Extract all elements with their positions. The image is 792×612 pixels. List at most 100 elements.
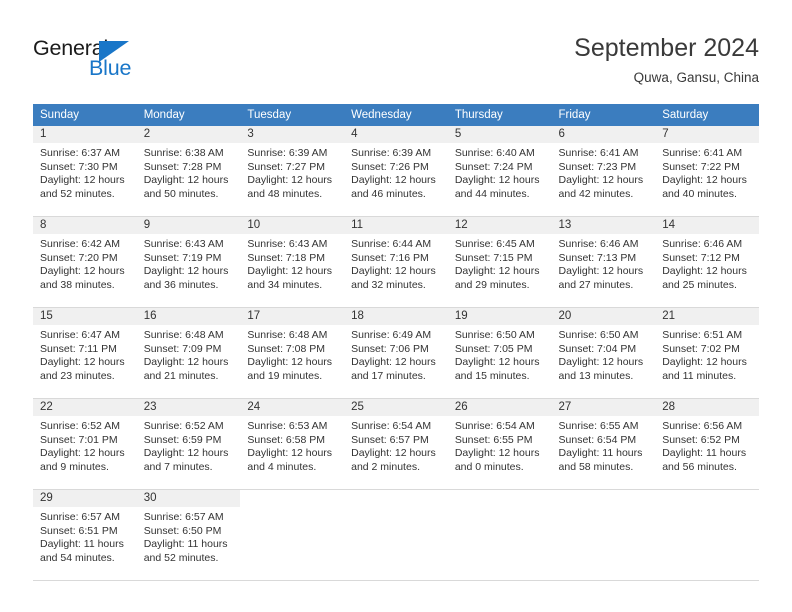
day-cell[interactable]: 3 Sunrise: 6:39 AM Sunset: 7:27 PM Daylight…	[240, 126, 345, 217]
daylight-text-line1: Daylight: 12 hours	[558, 356, 644, 369]
day-cell[interactable]: 4 Sunrise: 6:39 AM Sunset: 7:26 PM Daylight…	[344, 126, 448, 217]
daylight-text-line1: Daylight: 12 hours	[662, 356, 747, 369]
week-row: 8 Sunrise: 6:42 AM Sunset: 7:20 PM Daylight…	[33, 216, 759, 308]
sunset-text: Sunset: 7:20 PM	[40, 251, 118, 264]
day-cell[interactable]: 2 Sunrise: 6:38 AM Sunset: 7:28 PM Daylight…	[136, 126, 241, 217]
sunrise-text: Sunrise: 6:53 AM	[247, 420, 328, 432]
day-cell[interactable]: 12 Sunrise: 6:45 AM Sunset: 7:15 PM Dayligh…	[447, 216, 552, 308]
daylight-text-line1: Daylight: 12 hours	[143, 265, 229, 278]
daylight-text-line1: Daylight: 12 hours	[558, 174, 644, 187]
daylight-text-line1: Daylight: 12 hours	[40, 265, 125, 278]
sunset-text: Sunset: 6:52 PM	[662, 433, 740, 446]
daylight-text-line1: Daylight: 12 hours	[247, 265, 333, 278]
sunset-text: Sunset: 7:22 PM	[662, 160, 740, 173]
daylight-text-line2: and 38 minutes.	[40, 278, 115, 291]
daylight-text-line2: and 13 minutes.	[558, 369, 634, 382]
sunrise-text: Sunrise: 6:43 AM	[247, 238, 328, 250]
day-cell[interactable]: 22 Sunrise: 6:52 AM Sunset: 7:01 PM Dayligh…	[33, 398, 137, 490]
day-number	[551, 490, 656, 507]
sunset-text: Sunset: 7:19 PM	[143, 251, 222, 264]
day-cell[interactable]: 14 Sunrise: 6:46 AM Sunset: 7:12 PM Dayligh…	[655, 216, 759, 308]
day-cell[interactable]: 5 Sunrise: 6:40 AM Sunset: 7:24 PM Daylight…	[447, 126, 552, 217]
day-cell[interactable]: 6 Sunrise: 6:41 AM Sunset: 7:23 PM Daylight…	[551, 126, 656, 217]
day-cell-empty	[344, 489, 448, 581]
day-cell[interactable]: 9 Sunrise: 6:43 AM Sunset: 7:19 PM Daylight…	[136, 216, 241, 308]
sunset-text: Sunset: 7:24 PM	[454, 160, 533, 173]
daylight-text-line1: Daylight: 12 hours	[247, 356, 333, 369]
brand-logo[interactable]: General Blue	[33, 36, 233, 84]
sunset-text: Sunset: 6:50 PM	[143, 524, 222, 537]
sunrise-text: Sunrise: 6:42 AM	[40, 238, 120, 250]
day-cell[interactable]: 29 Sunrise: 6:57 AM Sunset: 6:51 PM Dayligh…	[33, 489, 137, 581]
day-cell[interactable]: 21 Sunrise: 6:51 AM Sunset: 7:02 PM Dayligh…	[655, 307, 759, 399]
daylight-text-line1: Daylight: 12 hours	[454, 447, 540, 460]
day-cell[interactable]: 30 Sunrise: 6:57 AM Sunset: 6:50 PM Dayligh…	[136, 489, 241, 581]
sunrise-text: Sunrise: 6:52 AM	[143, 420, 224, 432]
day-cell[interactable]: 8 Sunrise: 6:42 AM Sunset: 7:20 PM Daylight…	[33, 216, 137, 308]
day-number: 10	[240, 217, 345, 234]
day-cell[interactable]: 28 Sunrise: 6:56 AM Sunset: 6:52 PM Dayligh…	[655, 398, 759, 490]
sunrise-text: Sunrise: 6:48 AM	[143, 329, 224, 341]
weekday-header-thursday: Thursday	[447, 104, 552, 126]
daylight-text-line1: Daylight: 12 hours	[454, 265, 540, 278]
daylight-text-line2: and 40 minutes.	[662, 187, 737, 200]
calendar-body: 1 Sunrise: 6:37 AM Sunset: 7:30 PM Daylight…	[33, 126, 759, 581]
day-cell[interactable]: 7 Sunrise: 6:41 AM Sunset: 7:22 PM Daylight…	[655, 126, 759, 217]
day-cell[interactable]: 24 Sunrise: 6:53 AM Sunset: 6:58 PM Dayligh…	[240, 398, 345, 490]
day-number	[655, 490, 759, 507]
daylight-text-line1: Daylight: 12 hours	[351, 174, 436, 187]
day-number: 30	[136, 490, 241, 507]
sunset-text: Sunset: 7:02 PM	[662, 342, 740, 355]
day-cell[interactable]: 23 Sunrise: 6:52 AM Sunset: 6:59 PM Dayligh…	[136, 398, 241, 490]
day-cell[interactable]: 13 Sunrise: 6:46 AM Sunset: 7:13 PM Dayligh…	[551, 216, 656, 308]
sunset-text: Sunset: 7:06 PM	[351, 342, 429, 355]
sunrise-text: Sunrise: 6:47 AM	[40, 329, 120, 341]
day-number: 8	[33, 217, 137, 234]
day-number: 15	[33, 308, 137, 325]
sunrise-text: Sunrise: 6:41 AM	[662, 147, 743, 159]
day-cell[interactable]: 17 Sunrise: 6:48 AM Sunset: 7:08 PM Dayligh…	[240, 307, 345, 399]
daylight-text-line1: Daylight: 11 hours	[40, 538, 124, 551]
title-block: September 2024 Quwa, Gansu, China	[574, 32, 759, 88]
sunrise-text: Sunrise: 6:39 AM	[247, 147, 328, 159]
daylight-text-line2: and 19 minutes.	[247, 369, 323, 382]
daylight-text-line2: and 27 minutes.	[558, 278, 634, 291]
daylight-text-line1: Daylight: 11 hours	[662, 447, 747, 460]
sunset-text: Sunset: 7:23 PM	[558, 160, 637, 173]
daylight-text-line2: and 15 minutes.	[454, 369, 530, 382]
day-cell[interactable]: 25 Sunrise: 6:54 AM Sunset: 6:57 PM Dayligh…	[344, 398, 448, 490]
weekday-header-tuesday: Tuesday	[240, 104, 345, 126]
daylight-text-line2: and 23 minutes.	[40, 369, 115, 382]
weekday-header-saturday: Saturday	[655, 104, 759, 126]
day-cell[interactable]: 27 Sunrise: 6:55 AM Sunset: 6:54 PM Dayligh…	[551, 398, 656, 490]
day-cell[interactable]: 10 Sunrise: 6:43 AM Sunset: 7:18 PM Dayligh…	[240, 216, 345, 308]
page-header: General Blue September 2024 Quwa, Gansu,…	[0, 0, 792, 104]
day-cell[interactable]: 26 Sunrise: 6:54 AM Sunset: 6:55 PM Dayligh…	[447, 398, 552, 490]
day-number: 16	[136, 308, 241, 325]
day-cell[interactable]: 11 Sunrise: 6:44 AM Sunset: 7:16 PM Dayligh…	[344, 216, 448, 308]
day-number: 22	[33, 399, 137, 416]
daylight-text-line1: Daylight: 12 hours	[351, 265, 436, 278]
day-cell[interactable]: 18 Sunrise: 6:49 AM Sunset: 7:06 PM Dayligh…	[344, 307, 448, 399]
day-cell[interactable]: 19 Sunrise: 6:50 AM Sunset: 7:05 PM Dayligh…	[447, 307, 552, 399]
daylight-text-line2: and 21 minutes.	[143, 369, 219, 382]
day-number: 1	[33, 126, 137, 143]
sunset-text: Sunset: 7:15 PM	[454, 251, 533, 264]
sunset-text: Sunset: 6:51 PM	[40, 524, 118, 537]
day-cell[interactable]: 15 Sunrise: 6:47 AM Sunset: 7:11 PM Dayligh…	[33, 307, 137, 399]
day-cell[interactable]: 20 Sunrise: 6:50 AM Sunset: 7:04 PM Dayligh…	[551, 307, 656, 399]
daylight-text-line2: and 52 minutes.	[143, 551, 219, 564]
daylight-text-line1: Daylight: 12 hours	[143, 447, 229, 460]
day-cell[interactable]: 1 Sunrise: 6:37 AM Sunset: 7:30 PM Daylight…	[33, 126, 137, 217]
daylight-text-line2: and 2 minutes.	[351, 460, 420, 473]
day-number: 6	[551, 126, 656, 143]
week-row: 22 Sunrise: 6:52 AM Sunset: 7:01 PM Dayligh…	[33, 398, 759, 490]
sunset-text: Sunset: 7:08 PM	[247, 342, 326, 355]
daylight-text-line1: Daylight: 12 hours	[454, 174, 540, 187]
day-cell[interactable]: 16 Sunrise: 6:48 AM Sunset: 7:09 PM Dayligh…	[136, 307, 241, 399]
day-number: 27	[551, 399, 656, 416]
day-number: 18	[344, 308, 448, 325]
daylight-text-line1: Daylight: 12 hours	[558, 265, 644, 278]
daylight-text-line1: Daylight: 12 hours	[40, 447, 125, 460]
weekday-header-sunday: Sunday	[33, 104, 137, 126]
